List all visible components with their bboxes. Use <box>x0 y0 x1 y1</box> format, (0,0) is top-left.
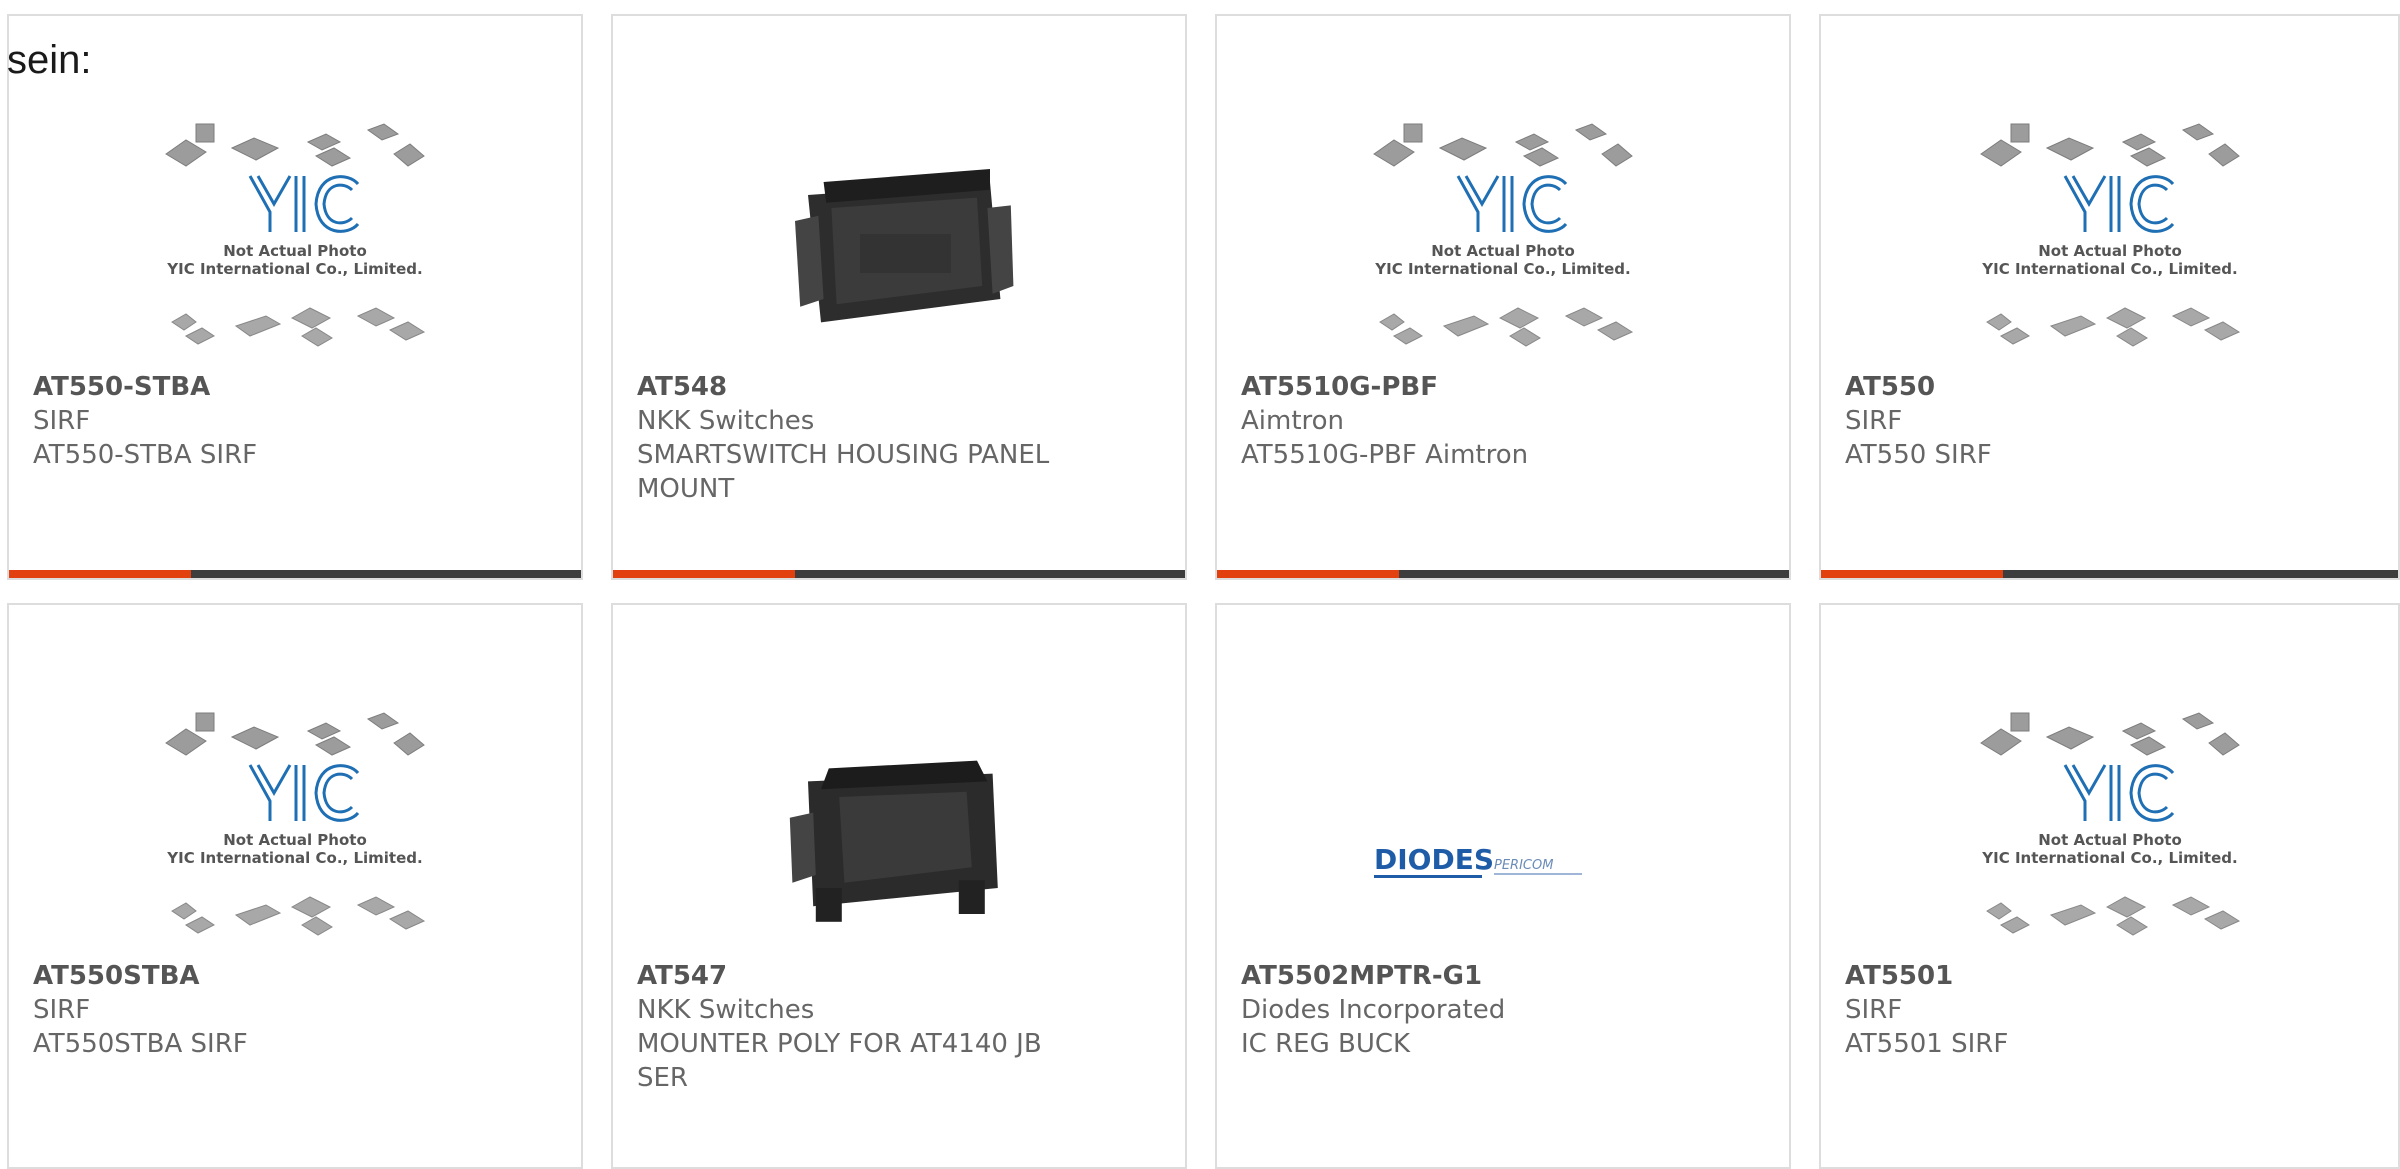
yic-placeholder-image[interactable] <box>1977 693 2243 953</box>
card-bottom-bar <box>1217 570 1789 578</box>
product-manufacturer: SIRF <box>1845 995 1903 1025</box>
product-card[interactable]: AT550 SIRF AT550 SIRF <box>1819 14 2400 580</box>
diodes-logo-text: DIODES <box>1374 843 1494 876</box>
switch-mounter-image[interactable] <box>766 693 1032 953</box>
yic-placeholder-image[interactable] <box>1977 104 2243 364</box>
product-card[interactable]: AT548 NKK Switches SMARTSWITCH HOUSING P… <box>611 14 1187 580</box>
product-part-number[interactable]: AT547 <box>637 959 1097 993</box>
yic-placeholder-image[interactable] <box>162 693 428 953</box>
product-manufacturer: SIRF <box>33 406 91 436</box>
product-part-number[interactable]: AT5510G-PBF <box>1241 370 1701 404</box>
yic-placeholder-image[interactable] <box>1370 104 1636 364</box>
pericom-logo-text: PERICOM <box>1494 858 1553 873</box>
diodes-logo-image[interactable]: DIODES PERICOM <box>1370 693 1636 953</box>
product-manufacturer: Aimtron <box>1241 406 1345 436</box>
product-description: MOUNTER POLY FOR AT4140 JB SER <box>637 1029 1042 1093</box>
product-description: AT5510G-PBF Aimtron <box>1241 440 1529 470</box>
product-part-number[interactable]: AT550STBA <box>33 959 493 993</box>
product-manufacturer: SIRF <box>33 995 91 1025</box>
product-description: IC REG BUCK <box>1241 1029 1411 1059</box>
product-manufacturer: NKK Switches <box>637 406 815 436</box>
product-description: AT550-STBA SIRF <box>33 440 258 470</box>
product-card[interactable]: AT550-STBA SIRF AT550-STBA SIRF <box>7 14 583 580</box>
yic-placeholder-image[interactable] <box>162 104 428 364</box>
product-part-number[interactable]: AT550-STBA <box>33 370 493 404</box>
product-description: AT5501 SIRF <box>1845 1029 2009 1059</box>
product-card[interactable]: AT5501 SIRF AT5501 SIRF <box>1819 603 2400 1169</box>
switch-housing-image[interactable] <box>766 104 1032 364</box>
card-bottom-bar <box>613 570 1185 578</box>
lead-text: sein: <box>7 38 92 82</box>
product-manufacturer: NKK Switches <box>637 995 815 1025</box>
product-manufacturer: SIRF <box>1845 406 1903 436</box>
card-bottom-bar <box>9 570 581 578</box>
product-part-number[interactable]: AT5502MPTR-G1 <box>1241 959 1701 993</box>
product-description: AT550STBA SIRF <box>33 1029 248 1059</box>
product-description: AT550 SIRF <box>1845 440 1992 470</box>
card-bottom-bar <box>1821 570 2398 578</box>
product-description: SMARTSWITCH HOUSING PANEL MOUNT <box>637 440 1050 504</box>
product-card[interactable]: DIODES PERICOM AT5502MPTR-G1 Diodes Inco… <box>1215 603 1791 1169</box>
product-part-number[interactable]: AT5501 <box>1845 959 2305 993</box>
product-card[interactable]: AT550STBA SIRF AT550STBA SIRF <box>7 603 583 1169</box>
product-part-number[interactable]: AT550 <box>1845 370 2305 404</box>
product-card[interactable]: AT547 NKK Switches MOUNTER POLY FOR AT41… <box>611 603 1187 1169</box>
product-part-number[interactable]: AT548 <box>637 370 1097 404</box>
product-manufacturer: Diodes Incorporated <box>1241 995 1506 1025</box>
product-card[interactable]: AT5510G-PBF Aimtron AT5510G-PBF Aimtron <box>1215 14 1791 580</box>
